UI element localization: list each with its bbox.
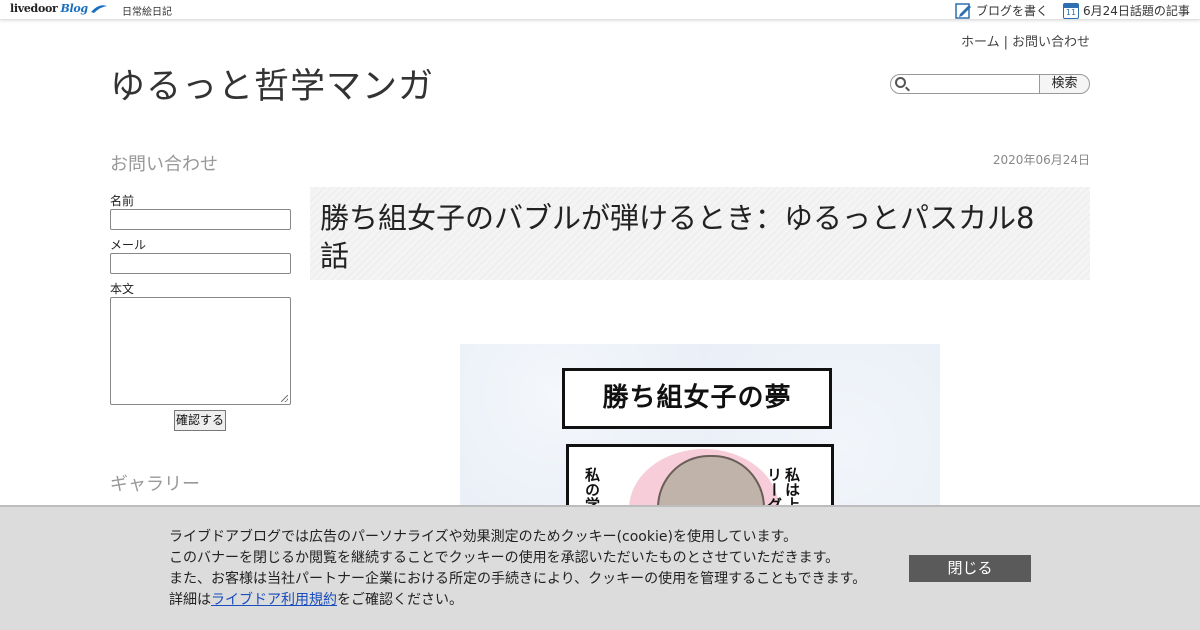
- calendar-icon: 11: [1063, 2, 1079, 19]
- body-label: 本文: [110, 282, 135, 296]
- contact-heading: お問い合わせ: [110, 154, 218, 175]
- close-banner-button[interactable]: 閉じる: [909, 555, 1031, 582]
- home-link[interactable]: ホーム: [961, 35, 1000, 50]
- logo-blog-text: Blog: [60, 2, 89, 15]
- logo-text: livedoor: [10, 2, 58, 15]
- write-blog-label: ブログを書く: [976, 4, 1049, 18]
- post-title-box: 勝ち組女子のバブルが弾けるとき：ゆるっとパスカル8話: [310, 187, 1090, 280]
- confirm-button[interactable]: 確認する: [174, 410, 226, 431]
- cookie-banner: ライブドアブログでは広告のパーソナライズや効果測定のためクッキー(cookie)…: [0, 505, 1200, 630]
- logo-swoosh-icon: [91, 5, 108, 13]
- today-topics-link[interactable]: 11 6月24日話題の記事: [1063, 2, 1190, 19]
- contact-link[interactable]: お問い合わせ: [1012, 35, 1090, 50]
- cookie-line-1: ライブドアブログでは広告のパーソナライズや効果測定のためクッキー(cookie)…: [169, 529, 798, 545]
- cookie-line-4: 詳細はライブドア利用規約をご確認ください。: [169, 590, 866, 611]
- name-label: 名前: [110, 194, 135, 208]
- site-title[interactable]: ゆるっと哲学マンガ: [110, 58, 434, 109]
- body-textarea[interactable]: [110, 297, 291, 405]
- search-button[interactable]: 検索: [1039, 74, 1090, 94]
- pencil-note-icon: [955, 2, 971, 19]
- post-date: 2020年06月24日: [992, 153, 1090, 167]
- header-links: ホーム | お問い合わせ: [961, 31, 1090, 50]
- calendar-day: 11: [1065, 7, 1077, 17]
- cookie-details-suffix: をご確認ください。: [337, 592, 463, 608]
- name-field[interactable]: [110, 209, 291, 230]
- search-form: 検索: [890, 74, 1090, 94]
- search-icon: [895, 77, 906, 88]
- cookie-line-3: また、お客様は当社パートナー企業における所定の手続きにより、クッキーの使用を管理…: [169, 571, 867, 587]
- link-separator: |: [1003, 35, 1008, 50]
- mail-label: メール: [110, 238, 147, 252]
- manga-panel: 私の学校 私は上位リーグ: [566, 444, 834, 514]
- blog-name-link[interactable]: 日常絵日記: [122, 3, 172, 18]
- today-topics-label: 6月24日話題の記事: [1083, 4, 1190, 18]
- cookie-line-2: このバナーを閉じるか閲覧を継続することでクッキーの使用を承認いただいたものとさせ…: [169, 550, 840, 566]
- manga-image[interactable]: 勝ち組女子の夢 私の学校 私は上位リーグ: [460, 344, 940, 514]
- terms-link[interactable]: ライブドア利用規約: [211, 592, 337, 608]
- write-blog-link[interactable]: ブログを書く: [955, 2, 1048, 19]
- global-navbar: livedoor Blog 日常絵日記 ブログを書く 11 6月24日話題の記事: [0, 0, 1200, 20]
- mail-field[interactable]: [110, 253, 291, 274]
- search-input[interactable]: [890, 74, 1040, 94]
- livedoor-blog-logo[interactable]: livedoor Blog: [10, 2, 108, 15]
- cookie-text: ライブドアブログでは広告のパーソナライズや効果測定のためクッキー(cookie)…: [169, 527, 866, 611]
- cookie-details-prefix: 詳細は: [169, 592, 211, 608]
- post-title[interactable]: 勝ち組女子のバブルが弾けるとき：ゆるっとパスカル8話: [320, 199, 1060, 275]
- gallery-heading: ギャラリー: [110, 474, 200, 495]
- manga-title-panel: 勝ち組女子の夢: [562, 368, 832, 429]
